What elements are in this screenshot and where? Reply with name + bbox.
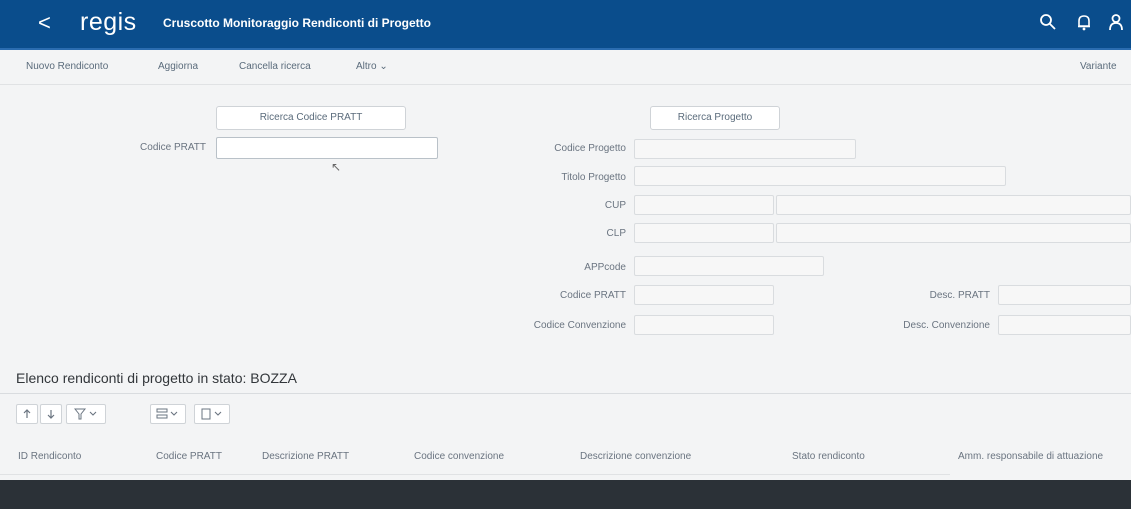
variant-button[interactable]: Variante — [1080, 61, 1117, 72]
filter-icon — [73, 408, 97, 420]
more-button[interactable]: Altro ⌄ — [356, 61, 388, 72]
mouse-cursor-icon: ↖ — [331, 160, 342, 174]
clp-label: CLP — [606, 228, 626, 239]
clp-description-field — [776, 223, 1131, 243]
column-stato-rendiconto[interactable]: Stato rendiconto — [792, 451, 865, 462]
search-icon[interactable] — [1038, 12, 1058, 32]
app-logo[interactable]: regis — [80, 8, 137, 37]
cup-label: CUP — [604, 200, 626, 211]
desc-pratt-label: Desc. PRATT — [929, 290, 990, 301]
titolo-progetto-label: Titolo Progetto — [561, 172, 626, 183]
toolbar: Nuovo Rendiconto Aggiorna Cancella ricer… — [0, 50, 1131, 85]
codice-progetto-label: Codice Progetto — [554, 143, 626, 154]
user-icon[interactable] — [1106, 12, 1126, 32]
column-codice-convenzione[interactable]: Codice convenzione — [414, 451, 504, 462]
desc-convenzione-label: Desc. Convenzione — [903, 320, 990, 331]
codice-pratt-progetto-field[interactable] — [634, 285, 774, 305]
codice-pratt-progetto-label: Codice PRATT — [560, 290, 626, 301]
desc-pratt-field[interactable] — [998, 285, 1131, 305]
codice-pratt-input[interactable] — [216, 137, 438, 159]
titolo-progetto-field[interactable] — [634, 166, 1006, 186]
filter-button[interactable] — [66, 404, 106, 424]
clp-field[interactable] — [634, 223, 774, 243]
chevron-down-icon: ⌄ — [379, 61, 388, 72]
column-codice-pratt[interactable]: Codice PRATT — [156, 451, 222, 462]
column-descrizione-convenzione[interactable]: Descrizione convenzione — [580, 451, 691, 462]
appcode-field[interactable] — [634, 256, 824, 276]
codice-pratt-label: Codice PRATT — [140, 142, 206, 153]
sort-ascending-icon — [23, 409, 31, 418]
ricerca-progetto-button[interactable]: Ricerca Progetto — [650, 106, 780, 130]
group-icon — [156, 408, 178, 419]
export-icon — [201, 408, 222, 420]
codice-convenzione-field[interactable] — [634, 315, 774, 335]
page-title: Cruscotto Monitoraggio Rendiconti di Pro… — [163, 16, 431, 30]
list-title: Elenco rendiconti di progetto in stato: … — [16, 370, 297, 386]
export-button[interactable] — [194, 404, 230, 424]
list-title-text: Elenco rendiconti di progetto in stato: … — [16, 370, 297, 386]
list-divider — [0, 393, 1131, 394]
column-id-rendiconto[interactable]: ID Rendiconto — [18, 451, 81, 462]
shell-header: < regis Cruscotto Monitoraggio Rendicont… — [0, 0, 1131, 50]
bell-icon[interactable] — [1074, 12, 1094, 32]
codice-convenzione-label: Codice Convenzione — [533, 320, 626, 331]
refresh-button[interactable]: Aggiorna — [158, 61, 198, 72]
column-amm-responsabile[interactable]: Amm. responsabile di attuazione — [958, 451, 1103, 462]
cup-description-field — [776, 195, 1131, 215]
sort-ascending-button[interactable] — [16, 404, 38, 424]
new-rendiconto-button[interactable]: Nuovo Rendiconto — [26, 61, 108, 72]
column-descrizione-pratt[interactable]: Descrizione PRATT — [262, 451, 349, 462]
clear-search-button[interactable]: Cancella ricerca — [239, 61, 311, 72]
footer-bar — [0, 480, 1131, 509]
appcode-label: APPcode — [584, 262, 626, 273]
group-button[interactable] — [150, 404, 186, 424]
back-button[interactable]: < — [38, 10, 51, 36]
codice-progetto-field[interactable] — [634, 139, 856, 159]
more-label: Altro — [356, 61, 377, 72]
table-header-divider — [0, 474, 950, 475]
sort-descending-icon — [47, 410, 55, 419]
ricerca-pratt-button[interactable]: Ricerca Codice PRATT — [216, 106, 406, 130]
desc-convenzione-field[interactable] — [998, 315, 1131, 335]
cup-field[interactable] — [634, 195, 774, 215]
sort-descending-button[interactable] — [40, 404, 62, 424]
